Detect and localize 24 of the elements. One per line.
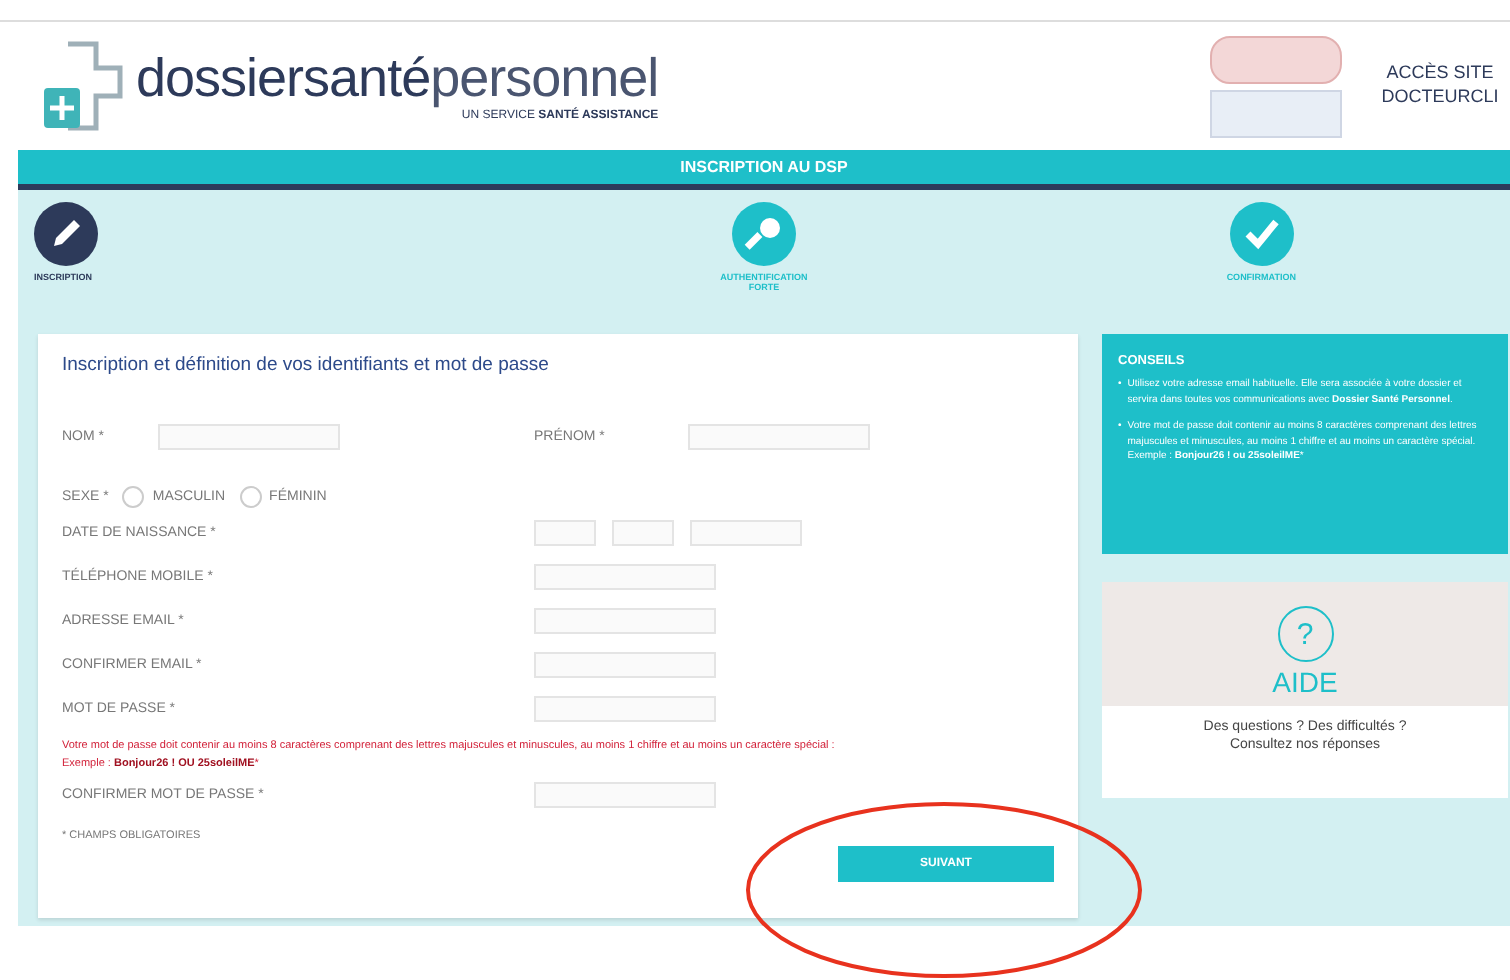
site-logo-text: dossiersantépersonnel: [136, 51, 659, 105]
input-field[interactable]: [534, 782, 716, 809]
form-title: Inscription et définition de vos identifiants et mot de passe: [62, 354, 551, 376]
day-field[interactable]: [534, 519, 596, 545]
pencil-icon: [34, 202, 98, 266]
input-field[interactable]: [688, 424, 870, 450]
partner-logo: [1210, 35, 1342, 83]
check-icon: [1229, 202, 1294, 266]
radio-button[interactable]: [239, 485, 262, 507]
month-field[interactable]: [612, 519, 674, 545]
input-field[interactable]: [534, 651, 716, 677]
input-field[interactable]: [158, 424, 340, 450]
input-field[interactable]: [534, 563, 716, 589]
radio-button[interactable]: [122, 485, 145, 507]
year-field[interactable]: [690, 519, 802, 545]
partner-logo: [1210, 89, 1342, 137]
page-title-banner: INSCRIPTION AU DSP: [18, 150, 1510, 190]
help-title: AIDE: [1272, 666, 1338, 698]
input-field[interactable]: [534, 607, 716, 633]
medical-cross-logo-icon: [40, 40, 124, 132]
access-site-link[interactable]: ACCÈS SITE DOCTEURCLI: [1370, 62, 1510, 110]
key-icon: [731, 202, 796, 266]
help-icon: ?: [1277, 606, 1333, 662]
input-field[interactable]: [534, 695, 716, 721]
